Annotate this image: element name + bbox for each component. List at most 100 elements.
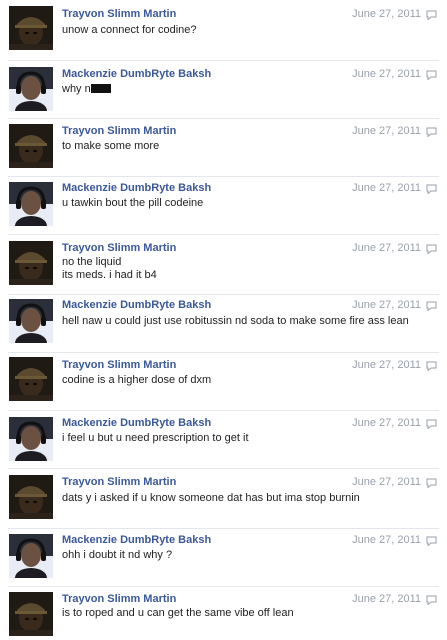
profile-photo-icon: [9, 182, 53, 226]
message-line: is to roped and u can get the same vibe …: [62, 607, 294, 619]
message-item: Trayvon Slimm Martin June 27, 2011 is to…: [0, 586, 447, 640]
message-line: hell naw u could just use robitussin nd …: [62, 315, 409, 327]
message-line: ohh i doubt it nd why ?: [62, 549, 173, 561]
message-date: June 27, 2011: [352, 182, 421, 194]
message-date: June 27, 2011: [352, 242, 421, 254]
message-text: codine is a higher dose of dxm: [62, 374, 427, 387]
divider: [8, 176, 439, 177]
message-text: dats y i asked if u know someone dat has…: [62, 492, 427, 505]
profile-photo-icon: [9, 475, 53, 519]
message-line: its meds. i had it b4: [62, 269, 157, 281]
divider: [8, 468, 439, 469]
message-line: why n: [62, 83, 427, 96]
message-item: Mackenzie DumbRyte Baksh June 27, 2011 i…: [0, 410, 447, 468]
message-line: dats y i asked if u know someone dat has…: [62, 492, 360, 504]
profile-photo-icon: [9, 6, 53, 50]
profile-photo-icon: [9, 241, 53, 285]
message-line: i feel u but u need prescription to get …: [62, 432, 249, 444]
sender-name[interactable]: Trayvon Slimm Martin: [62, 8, 176, 20]
avatar-mackenzie[interactable]: [9, 417, 53, 461]
profile-photo-icon: [9, 67, 53, 111]
avatar-mackenzie[interactable]: [9, 534, 53, 578]
sender-name[interactable]: Mackenzie DumbRyte Baksh: [62, 182, 211, 194]
message-text: is to roped and u can get the same vibe …: [62, 607, 427, 620]
message-line: to make some more: [62, 140, 160, 152]
message-text: unow a connect for codine?: [62, 24, 427, 37]
message-thread: Trayvon Slimm Martin June 27, 2011 unow …: [0, 0, 447, 640]
avatar-mackenzie[interactable]: [9, 182, 53, 226]
profile-photo-icon: [9, 357, 53, 401]
divider: [8, 410, 439, 411]
message-date: June 27, 2011: [352, 476, 421, 488]
message-text: why n: [62, 83, 427, 96]
sender-name[interactable]: Trayvon Slimm Martin: [62, 593, 176, 605]
speech-bubble-icon[interactable]: [426, 478, 437, 488]
avatar-mackenzie[interactable]: [9, 299, 53, 343]
message-item: Trayvon Slimm Martin June 27, 2011 codin…: [0, 352, 447, 410]
message-text: no the liquid its meds. i had it b4: [62, 256, 427, 282]
message-line: codine is a higher dose of dxm: [62, 374, 212, 386]
sender-name[interactable]: Trayvon Slimm Martin: [62, 125, 176, 137]
avatar-trayvon[interactable]: [9, 6, 53, 50]
message-item: Trayvon Slimm Martin June 27, 2011 to ma…: [0, 118, 447, 176]
message-line: u tawkin bout the pill codeine: [62, 197, 204, 209]
speech-bubble-icon[interactable]: [426, 70, 437, 80]
profile-photo-icon: [9, 299, 53, 343]
speech-bubble-icon[interactable]: [426, 10, 437, 20]
message-date: June 27, 2011: [352, 359, 421, 371]
sender-name[interactable]: Mackenzie DumbRyte Baksh: [62, 417, 211, 429]
message-item: Trayvon Slimm Martin June 27, 2011 unow …: [0, 2, 447, 60]
speech-bubble-icon[interactable]: [426, 536, 437, 546]
divider: [8, 294, 439, 295]
speech-bubble-icon[interactable]: [426, 301, 437, 311]
profile-photo-icon: [9, 592, 53, 636]
divider: [8, 234, 439, 235]
message-date: June 27, 2011: [352, 68, 421, 80]
divider: [8, 586, 439, 587]
message-item: Mackenzie DumbRyte Baksh June 27, 2011 u…: [0, 176, 447, 234]
profile-photo-icon: [9, 534, 53, 578]
avatar-trayvon[interactable]: [9, 241, 53, 285]
speech-bubble-icon[interactable]: [426, 595, 437, 605]
speech-bubble-icon[interactable]: [426, 244, 437, 254]
message-item: Trayvon Slimm Martin June 27, 2011 dats …: [0, 468, 447, 528]
sender-name[interactable]: Mackenzie DumbRyte Baksh: [62, 534, 211, 546]
divider: [8, 118, 439, 119]
message-item: Trayvon Slimm Martin June 27, 2011 no th…: [0, 234, 447, 294]
message-text: i feel u but u need prescription to get …: [62, 432, 427, 445]
message-line-text: why n: [62, 83, 91, 95]
avatar-trayvon[interactable]: [9, 475, 53, 519]
message-date: June 27, 2011: [352, 417, 421, 429]
sender-name[interactable]: Trayvon Slimm Martin: [62, 242, 176, 254]
message-item: Mackenzie DumbRyte Baksh June 27, 2011 h…: [0, 294, 447, 352]
message-date: June 27, 2011: [352, 8, 421, 20]
message-item: Mackenzie DumbRyte Baksh June 27, 2011 o…: [0, 528, 447, 586]
message-text: hell naw u could just use robitussin nd …: [62, 315, 427, 328]
speech-bubble-icon[interactable]: [426, 127, 437, 137]
sender-name[interactable]: Trayvon Slimm Martin: [62, 476, 176, 488]
redaction-bar: [90, 84, 111, 93]
avatar-mackenzie[interactable]: [9, 67, 53, 111]
avatar-trayvon[interactable]: [9, 592, 53, 636]
message-text: to make some more: [62, 140, 427, 153]
avatar-trayvon[interactable]: [9, 124, 53, 168]
message-date: June 27, 2011: [352, 534, 421, 546]
profile-photo-icon: [9, 124, 53, 168]
speech-bubble-icon[interactable]: [426, 419, 437, 429]
avatar-trayvon[interactable]: [9, 357, 53, 401]
message-item: Mackenzie DumbRyte Baksh June 27, 2011 w…: [0, 60, 447, 118]
message-line: unow a connect for codine?: [62, 24, 197, 36]
message-text: ohh i doubt it nd why ?: [62, 549, 427, 562]
divider: [8, 352, 439, 353]
speech-bubble-icon[interactable]: [426, 361, 437, 371]
divider: [8, 528, 439, 529]
sender-name[interactable]: Mackenzie DumbRyte Baksh: [62, 68, 211, 80]
sender-name[interactable]: Mackenzie DumbRyte Baksh: [62, 299, 211, 311]
message-date: June 27, 2011: [352, 125, 421, 137]
message-text: u tawkin bout the pill codeine: [62, 197, 427, 210]
divider: [8, 60, 439, 61]
sender-name[interactable]: Trayvon Slimm Martin: [62, 359, 176, 371]
message-date: June 27, 2011: [352, 299, 421, 311]
speech-bubble-icon[interactable]: [426, 184, 437, 194]
profile-photo-icon: [9, 417, 53, 461]
